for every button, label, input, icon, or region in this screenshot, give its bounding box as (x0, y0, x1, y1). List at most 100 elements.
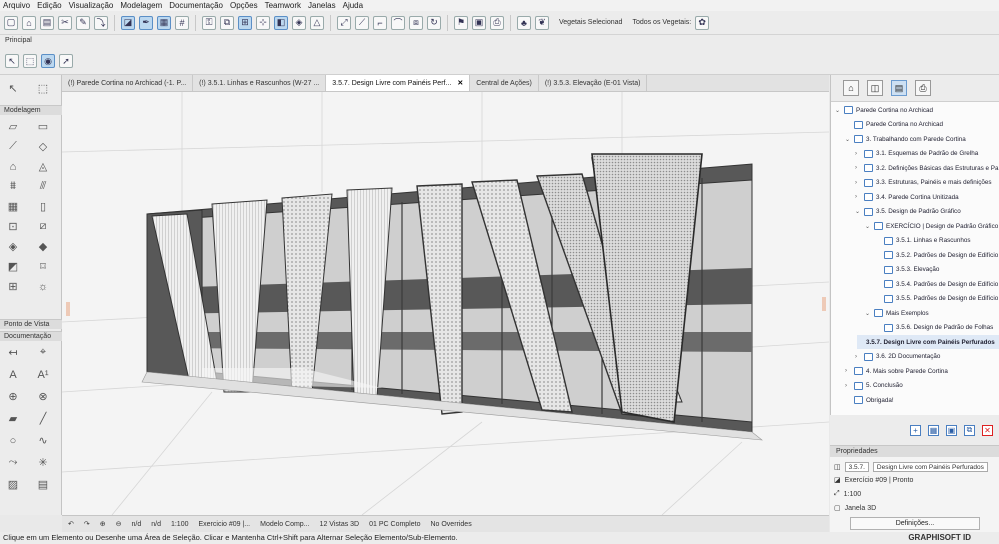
section-tool-icon[interactable]: ⊕ (4, 389, 22, 404)
tab-elevacao[interactable]: (!) 3.5.3. Elevação (E-01 Vista) (539, 75, 648, 91)
expand-arrow-icon[interactable]: › (855, 354, 861, 360)
new-folder-icon[interactable]: + (910, 424, 921, 436)
save-view-icon[interactable]: ▣ (946, 424, 957, 436)
fill-tool-icon[interactable]: ▰ (4, 411, 22, 426)
project-map-icon[interactable]: ⌂ (843, 80, 859, 96)
tree-icon[interactable]: ♣ (517, 15, 531, 30)
expand-arrow-icon[interactable]: › (845, 368, 851, 374)
tree-item[interactable]: Parede Cortina no Archicad (845, 118, 943, 132)
tree-item[interactable]: ⌄ 3. Trabalhando com Parede Cortina (845, 132, 966, 146)
tree-item[interactable]: ⌄ EXERCÍCIO | Design de Padrão Gráfico (865, 219, 998, 233)
menu-ajuda[interactable]: Ajuda (343, 0, 363, 11)
mesh-tool-icon[interactable]: ◈ (4, 239, 22, 254)
pen-set-dropdown[interactable]: 01 PC Completo (369, 521, 420, 528)
section-ponto-de-vista[interactable]: Ponto de Vista (0, 319, 62, 329)
grid-icon[interactable]: # (175, 15, 189, 30)
tree-item[interactable]: ⌄ Parede Cortina no Archicad (835, 103, 933, 117)
menu-edicao[interactable]: Edição (37, 0, 61, 11)
intersect-icon[interactable]: ⌐ (373, 15, 387, 30)
slab-tool-icon[interactable]: ◇ (34, 139, 52, 154)
tree-item[interactable]: 3.5.1. Linhas e Rascunhos (875, 234, 971, 248)
section-modelagem[interactable]: Modelagem (0, 105, 62, 115)
room-tool-icon[interactable]: ⊞ (4, 279, 22, 294)
skylight-tool-icon[interactable]: ⧄ (34, 219, 52, 234)
stamp-icon[interactable]: ▣ (472, 15, 486, 30)
tree-item[interactable]: 3.5.7. Design Livre com Painéis Perfurad… (857, 335, 999, 349)
curtain-wall-tool-icon[interactable]: ▦ (4, 199, 22, 214)
redo-icon[interactable]: ↷ (84, 520, 90, 528)
expand-arrow-icon[interactable]: ⌄ (855, 208, 861, 215)
section-documentacao[interactable]: Documentação (0, 331, 62, 341)
text-tool-icon[interactable]: A (4, 367, 22, 382)
model-view-icon[interactable]: ▦ (157, 15, 171, 30)
expand-arrow-icon[interactable]: › (855, 180, 861, 186)
tree-item[interactable]: 3.5.4. Padrões de Design de Edifício (875, 277, 998, 291)
zoom-in-icon[interactable]: ⊕ (100, 520, 106, 528)
dimension-tool-icon[interactable]: ↤ (4, 345, 22, 360)
expand-arrow-icon[interactable]: › (855, 165, 861, 171)
guides-icon[interactable]: ⊹ (256, 15, 270, 30)
flag-icon[interactable]: ⚑ (454, 15, 468, 30)
window-tool-icon[interactable]: ⊡ (4, 219, 22, 234)
snap-icon[interactable]: ⊞ (238, 15, 252, 30)
tree-item[interactable]: 3.5.3. Elevação (875, 263, 939, 277)
menu-opcoes[interactable]: Opções (230, 0, 258, 11)
tree-item[interactable]: › 3.3. Estruturas, Painéis e mais definiç… (855, 176, 992, 190)
pen-set-icon[interactable]: ✒ (139, 15, 153, 30)
lock-icon[interactable]: ⚿ (202, 15, 216, 30)
expand-arrow-icon[interactable]: › (855, 151, 861, 157)
layout-book-icon[interactable]: ▤ (891, 80, 907, 96)
settings-button[interactable]: Definições... (850, 517, 980, 530)
trace-icon[interactable]: ◈ (292, 15, 306, 30)
morph-tool-icon[interactable]: ◆ (34, 239, 52, 254)
view-map-icon[interactable]: ◫ (867, 80, 883, 96)
orbit-icon[interactable]: ◉ (41, 54, 55, 68)
new-file-icon[interactable]: ▢ (4, 15, 18, 30)
column-tool-icon[interactable]: ▭ (34, 119, 52, 134)
marquee-tool-icon[interactable]: ⬚ (34, 81, 52, 96)
eyedropper-icon[interactable]: ✎ (76, 15, 90, 30)
wall-tool-icon[interactable]: ▱ (4, 119, 22, 134)
rotate-icon[interactable]: ↻ (427, 15, 441, 30)
menu-visualizacao[interactable]: Visualização (69, 0, 114, 11)
properties-header[interactable]: Propriedades (830, 446, 999, 457)
clone-folder-icon[interactable]: ⧉ (964, 424, 975, 436)
layer-combination-dropdown[interactable]: Exercicio #09 |... (199, 521, 251, 528)
cut-icon[interactable]: ✂ (58, 15, 72, 30)
menu-arquivo[interactable]: Arquivo (3, 0, 30, 11)
menu-janelas[interactable]: Janelas (308, 0, 336, 11)
arc-tool-icon[interactable]: ○ (4, 433, 22, 448)
tree-item[interactable]: 3.5.5. Padrões de Design de Edifício | (875, 292, 999, 306)
zone-tool-icon[interactable]: ◩ (4, 259, 22, 274)
suspend-groups-icon[interactable]: ◧ (274, 15, 288, 30)
arrow-tool-icon[interactable]: ↖ (4, 81, 22, 96)
hotspot-tool-icon[interactable]: ✳ (34, 455, 52, 470)
arrow-pointer-icon[interactable]: ↖ (5, 54, 19, 68)
line-tool-icon[interactable]: ╱ (34, 411, 52, 426)
offset-icon[interactable]: ⧈ (409, 15, 423, 30)
overrides-dropdown[interactable]: No Overrides (430, 521, 471, 528)
3d-viewport[interactable] (62, 92, 829, 515)
drawing-tool-icon[interactable]: ▤ (34, 477, 52, 492)
group-icon[interactable]: ⧉ (220, 15, 234, 30)
railing-tool-icon[interactable]: ⫻ (34, 179, 52, 194)
select-arrow-icon[interactable]: ➚ (59, 54, 73, 68)
delete-icon[interactable]: ✕ (982, 424, 993, 436)
expand-arrow-icon[interactable]: ⌄ (865, 223, 871, 230)
zoom-value-1[interactable]: n/d (132, 521, 142, 528)
expand-arrow-icon[interactable]: ⌄ (835, 107, 841, 114)
tree-item[interactable]: › 3.2. Definições Básicas das Estruturas … (855, 161, 999, 175)
door-tool-icon[interactable]: ▯ (34, 199, 52, 214)
tab-design-livre[interactable]: 3.5.7. Design Livre com Painéis Perf... ✕ (326, 75, 471, 91)
zoom-value-2[interactable]: n/d (151, 521, 161, 528)
menu-documentacao[interactable]: Documentação (169, 0, 223, 11)
tab-central-acoes[interactable]: Central de Ações) (470, 75, 539, 91)
tree-item[interactable]: 3.5.6. Design de Padrão de Folhas (875, 321, 993, 335)
tab-linhas-rascunhos[interactable]: (!) 3.5.1. Linhas e Rascunhos (W-27 ... (193, 75, 327, 91)
view-name-field[interactable]: Design Livre com Painéis Perfurados (872, 462, 988, 472)
level-dimension-tool-icon[interactable]: ⌖ (34, 345, 52, 360)
roof-tool-icon[interactable]: ⌂ (4, 159, 22, 174)
polyline-tool-icon[interactable]: ∿ (34, 433, 52, 448)
zoom-out-icon[interactable]: ⊖ (116, 520, 122, 528)
publisher-icon[interactable]: ⎙ (915, 80, 931, 96)
